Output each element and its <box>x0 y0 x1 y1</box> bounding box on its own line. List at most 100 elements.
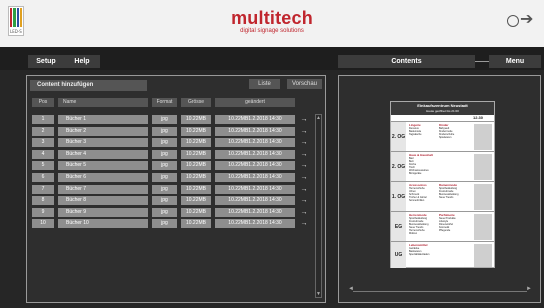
preview-title: Einkaufszentrum Neustadt <box>417 103 468 108</box>
row-arrow-icon[interactable]: → <box>298 115 310 124</box>
row-arrow-icon[interactable]: → <box>298 185 310 194</box>
column-header-size[interactable]: Grösse <box>181 98 211 107</box>
row-arrow-icon[interactable]: → <box>298 150 310 159</box>
menu-button[interactable]: Menu <box>489 55 541 68</box>
floor-column-items: Herrenschuhe Uhren Schmuck Tücher & Gürt… <box>409 187 427 202</box>
cell-modified: 10.22MB1.2.2018 14:30 <box>215 173 295 182</box>
cell-format: jpg <box>152 173 177 182</box>
cell-modified: 10.22MB1.2.2018 14:30 <box>215 184 295 194</box>
help-button[interactable]: Help <box>64 55 100 68</box>
cell-name: Bücher 8 <box>58 196 148 206</box>
cell-modified: 10.22MB1.2.2018 14:30 <box>215 138 295 148</box>
cell-format: jpg <box>152 219 177 229</box>
row-arrow-icon[interactable]: → <box>298 208 310 217</box>
preview-hours: Heute geöffnet bis 21:00 <box>426 109 459 113</box>
floor-column: Kinder Babywelt Kindermode Kinderschuhe S… <box>439 124 455 140</box>
row-arrow-icon[interactable]: → <box>298 219 310 228</box>
header: LED-S multitech digital signage solution… <box>0 0 544 47</box>
row-arrow-icon[interactable]: → <box>298 161 310 170</box>
vertical-scrollbar[interactable]: ▲ ▼ <box>315 114 322 298</box>
scroll-right-icon[interactable]: ► <box>526 286 532 292</box>
tab-list[interactable]: Liste <box>249 79 280 89</box>
cell-size: 10.22MB <box>181 207 211 217</box>
floor-column-items: Dessous Bademode Tagwäsche <box>409 127 422 136</box>
setup-button[interactable]: Setup <box>28 55 64 68</box>
floor-image <box>474 214 492 240</box>
cell-format: jpg <box>152 161 177 171</box>
nav-divider <box>475 61 489 62</box>
floor-level: UG <box>391 242 406 268</box>
cell-pos: 7 <box>32 184 54 194</box>
row-arrow-icon[interactable]: → <box>298 138 310 147</box>
floor-column: Parfümerie Neue Produkte Lifestyle Düsenw… <box>439 214 456 233</box>
horizontal-scrollbar[interactable]: ◄ ► <box>348 286 532 294</box>
scroll-down-icon[interactable]: ▼ <box>316 291 321 297</box>
floor-column-items: Sportbekleidung Freizeitmode Businesskle… <box>439 187 459 199</box>
cell-size: 10.22MB <box>181 138 211 148</box>
floor-level: 2. OG <box>391 152 406 181</box>
cell-modified: 10.22MB1.2.2018 14:30 <box>215 161 295 171</box>
floor-column: Accessoires Herrenschuhe Uhren Schmuck Tü… <box>409 184 427 203</box>
cell-name: Bücher 4 <box>58 149 148 159</box>
column-header-name[interactable]: Name <box>58 98 148 107</box>
cell-format: jpg <box>152 126 177 136</box>
floor-image <box>474 244 492 267</box>
power-icon[interactable] <box>507 15 519 27</box>
cell-name: Bücher 10 <box>58 219 148 229</box>
cell-pos: 1 <box>32 115 54 124</box>
cell-format: jpg <box>152 115 177 124</box>
cell-modified: 10.22MB1.2.2018 14:30 <box>215 219 295 229</box>
floor-level: 1. OG <box>391 182 406 211</box>
scroll-up-icon[interactable]: ▲ <box>316 115 321 121</box>
cell-name: Bücher 1 <box>58 115 148 124</box>
floor-image <box>474 154 492 180</box>
scroll-track <box>353 291 527 292</box>
cell-name: Bücher 5 <box>58 161 148 171</box>
cell-format: jpg <box>152 196 177 206</box>
cell-pos: 10 <box>32 219 54 229</box>
floor-column: Lingerie Dessous Bademode Tagwäsche <box>409 124 422 137</box>
floor-column: Damenmode Sportbekleidung Freizeitmode Bu… <box>439 184 459 200</box>
cell-format: jpg <box>152 138 177 148</box>
nav-bar: Setup Help Contents Menu <box>0 47 544 70</box>
signage-preview: Einkaufszentrum Neustadt Heute geöffnet … <box>390 101 495 268</box>
logout-arrow-icon[interactable]: ➔ <box>520 10 533 30</box>
floor-column: Herrenmode Sportbekleidung Freizeitmode B… <box>409 214 429 236</box>
floor-row: UG Lebensmittel Getränke Backwaren Spezial… <box>391 241 494 268</box>
row-arrow-icon[interactable]: → <box>298 196 310 205</box>
floor-column-items: Getränke Backwaren Spezialitätenladen <box>409 247 430 256</box>
floor-column-items: Sportbekleidung Freizeitmode Businesskle… <box>409 217 429 235</box>
cell-name: Bücher 2 <box>58 126 148 136</box>
cell-pos: 4 <box>32 149 54 159</box>
brand-tagline: digital signage solutions <box>240 28 304 34</box>
cell-modified: 10.22MB1.2.2018 14:30 <box>215 149 295 159</box>
row-arrow-icon[interactable]: → <box>298 127 310 136</box>
cell-pos: 8 <box>32 196 54 206</box>
column-header-pos[interactable]: Pos <box>32 98 54 107</box>
tab-preview[interactable]: Vorschau <box>287 79 322 89</box>
cell-size: 10.22MB <box>181 184 211 194</box>
cell-format: jpg <box>152 149 177 159</box>
cell-format: jpg <box>152 184 177 194</box>
floor-row: 2. OG Haus & Haushalt Bad Bett Küche Tisch… <box>391 151 494 181</box>
cell-pos: 5 <box>32 161 54 171</box>
cell-size: 10.22MB <box>181 149 211 159</box>
column-header-format[interactable]: Format <box>152 98 177 107</box>
floor-column: Lebensmittel Getränke Backwaren Spezialit… <box>409 244 430 257</box>
cell-name: Bücher 3 <box>58 138 148 148</box>
brand-name: multitech <box>231 8 313 28</box>
cell-modified: 10.22MB1.2.2018 14:30 <box>215 196 295 206</box>
floor-column: Haus & Haushalt Bad Bett Küche Tisch Wohn… <box>409 154 433 176</box>
cell-modified: 10.22MB1.2.2018 14:30 <box>215 126 295 136</box>
column-header-modified[interactable]: geändert <box>215 98 295 107</box>
cell-pos: 3 <box>32 138 54 148</box>
cell-name: Bücher 6 <box>58 173 148 182</box>
preview-clock: 12.30 <box>473 115 484 120</box>
floor-column-items: Babywelt Kindermode Kinderschuhe Spielwa… <box>439 127 455 139</box>
row-arrow-icon[interactable]: → <box>298 173 310 182</box>
contents-button[interactable]: Contents <box>338 55 475 68</box>
floor-column-items: Neue Produkte Lifestyle Düsenwürfel Kosm… <box>439 217 456 232</box>
cell-pos: 2 <box>32 126 54 136</box>
content-title: Content hinzufügen <box>30 80 147 91</box>
floor-image <box>474 184 492 210</box>
